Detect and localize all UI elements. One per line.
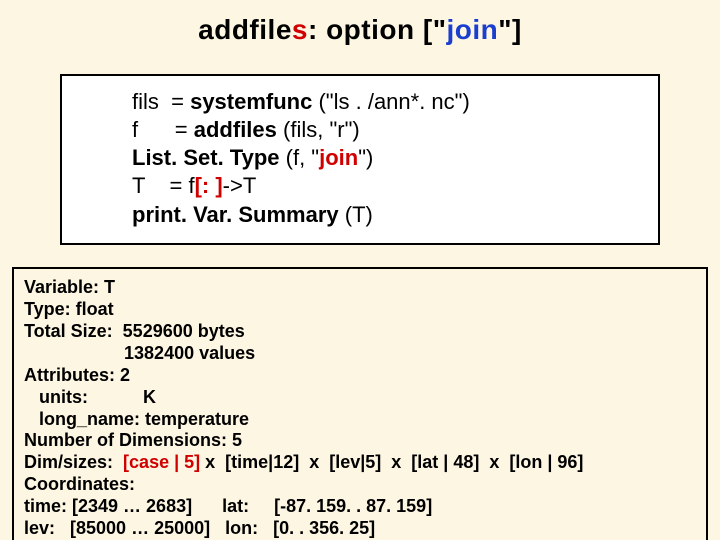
code-l5b: (T) xyxy=(345,202,373,227)
code-l5-printvarsummary: print. Var. Summary xyxy=(132,202,345,227)
out-l9a: Dim/sizes: xyxy=(24,452,123,472)
code-l4a: T = f xyxy=(132,173,195,198)
title-join-word: join xyxy=(446,14,498,45)
code-l3-listsettype: List. Set. Type xyxy=(132,145,286,170)
out-line-8: Number of Dimensions: 5 xyxy=(24,430,696,452)
title-text-3: "] xyxy=(498,14,522,45)
out-line-3: Total Size: 5529600 bytes xyxy=(24,321,696,343)
code-line-1: fils = systemfunc ("ls . /ann*. nc") xyxy=(132,88,644,116)
out-l9-case5: [case | 5] xyxy=(123,452,200,472)
code-line-3: List. Set. Type (f, "join") xyxy=(132,144,644,172)
code-l1c: ("ls . /ann*. nc") xyxy=(318,89,469,114)
code-l3-join: join xyxy=(319,145,358,170)
out-line-7: long_name: temperature xyxy=(24,409,696,431)
out-line-12: lev: [85000 … 25000] lon: [0. . 356. 25] xyxy=(24,518,696,540)
title-text-2: : option [" xyxy=(308,14,447,45)
code-l1-systemfunc: systemfunc xyxy=(190,89,318,114)
code-l2c: (fils, "r") xyxy=(283,117,360,142)
title-red-s: s xyxy=(292,14,308,45)
out-line-9: Dim/sizes: [case | 5] x [time|12] x [lev… xyxy=(24,452,696,474)
code-line-5: print. Var. Summary (T) xyxy=(132,201,644,229)
code-l2a: f = xyxy=(132,117,194,142)
out-line-5: Attributes: 2 xyxy=(24,365,696,387)
title-text-1: addfile xyxy=(198,14,292,45)
out-line-10: Coordinates: xyxy=(24,474,696,496)
code-l1a: fils = xyxy=(132,89,190,114)
out-line-4: 1382400 values xyxy=(24,343,696,365)
code-box: fils = systemfunc ("ls . /ann*. nc") f =… xyxy=(60,74,660,245)
out-line-6: units: K xyxy=(24,387,696,409)
slide-title: addfiles: option ["join"] xyxy=(0,0,720,56)
code-line-4: T = f[: ]->T xyxy=(132,172,644,200)
code-l4-brackets: [: ] xyxy=(195,173,223,198)
slide: addfiles: option ["join"] fils = systemf… xyxy=(0,0,720,540)
code-l4c: ->T xyxy=(223,173,257,198)
code-l2-addfiles: addfiles xyxy=(194,117,283,142)
code-line-2: f = addfiles (fils, "r") xyxy=(132,116,644,144)
output-box: Variable: T Type: float Total Size: 5529… xyxy=(12,267,708,540)
code-l3b: (f, " xyxy=(286,145,319,170)
out-line-11: time: [2349 … 2683] lat: [-87. 159. . 87… xyxy=(24,496,696,518)
out-l9c: x [time|12] x [lev|5] x [lat | 48] x [lo… xyxy=(200,452,583,472)
code-l3d: ") xyxy=(358,145,373,170)
out-line-2: Type: float xyxy=(24,299,696,321)
out-line-1: Variable: T xyxy=(24,277,696,299)
